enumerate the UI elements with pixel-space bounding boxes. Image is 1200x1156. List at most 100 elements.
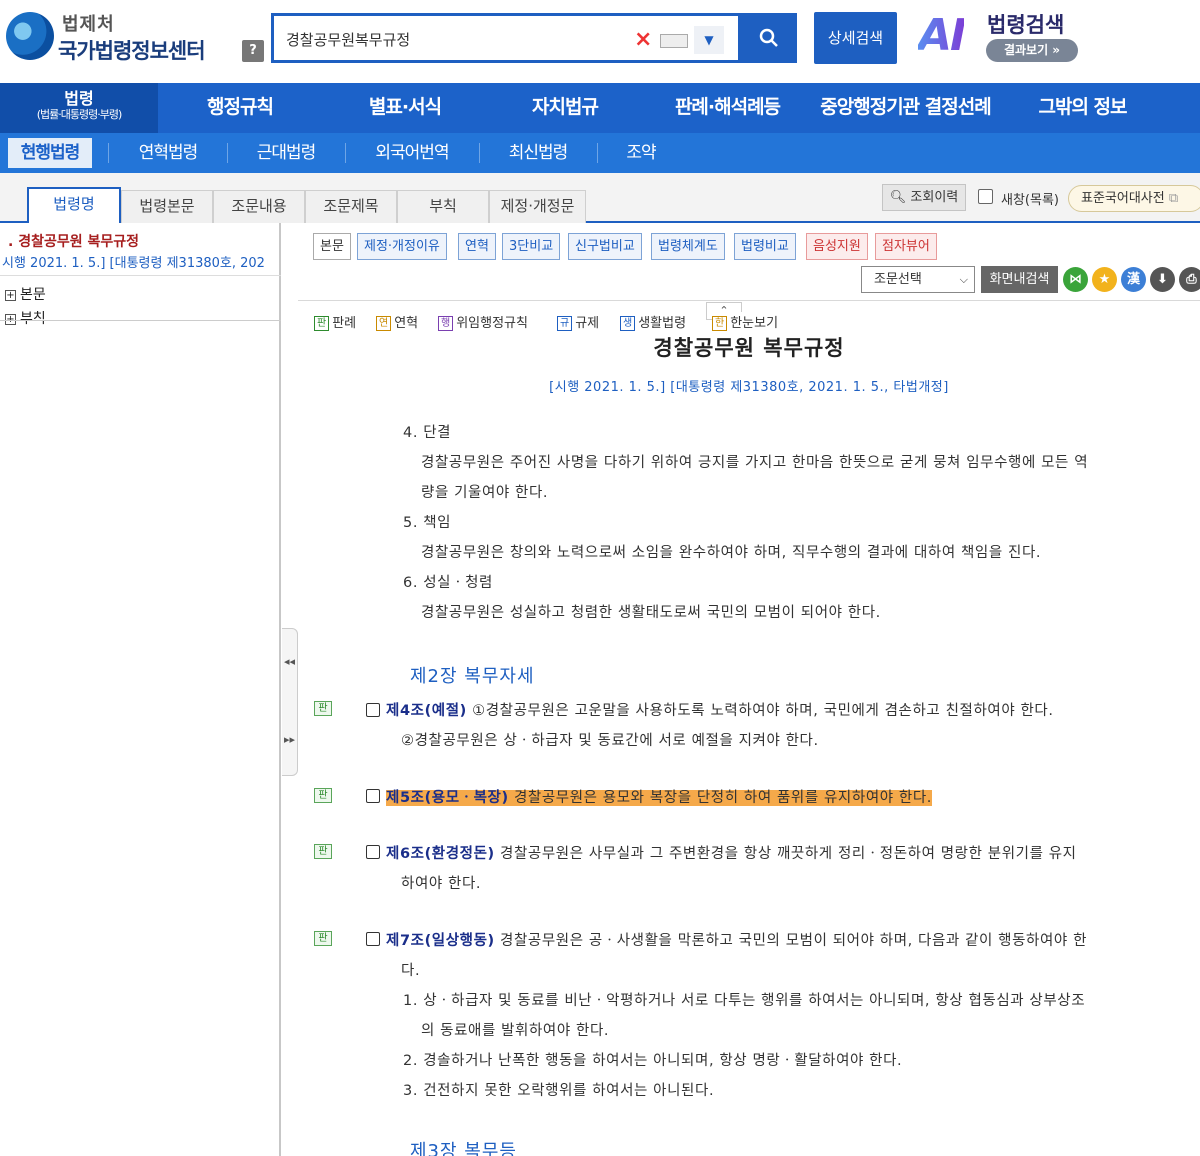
chevron-down-icon[interactable]: ▼: [694, 26, 724, 54]
new-window-checkbox[interactable]: [978, 189, 993, 204]
subnav-history-laws[interactable]: 연혁법령: [126, 138, 210, 168]
left-divider: [0, 275, 281, 276]
search-input[interactable]: [286, 26, 626, 52]
subnav-latest-laws[interactable]: 최신법령: [496, 138, 580, 168]
nav-law-label: 법령: [64, 89, 94, 108]
article-7-item: 3. 건전하지 못한 오락행위를 하여서는 아니된다.: [403, 1083, 715, 1099]
left-tree-divider: [0, 320, 281, 321]
article-title[interactable]: 제6조(환경정돈): [386, 846, 495, 862]
help-button[interactable]: ?: [242, 40, 264, 62]
precedent-icon[interactable]: 판: [314, 701, 332, 716]
left-law-subtitle: 시행 2021. 1. 5.] [대통령령 제31380호, 202: [2, 256, 265, 271]
nav-item-law[interactable]: 법령 (법률·대통령령·부령): [0, 83, 158, 133]
tree-item-supplementary[interactable]: +부칙: [5, 308, 46, 328]
nav-item-precedents[interactable]: 판례·해석례등: [655, 83, 800, 133]
advanced-search-button[interactable]: 상세검색: [814, 12, 897, 64]
precedent-icon[interactable]: 판: [314, 844, 332, 859]
legend-overview[interactable]: 한 한눈보기: [712, 312, 779, 331]
subnav-divider: [479, 143, 480, 163]
tab-article-content[interactable]: 조문내용: [213, 190, 305, 223]
precedent-icon[interactable]: 판: [314, 931, 332, 946]
tab-article-title[interactable]: 조문제목: [305, 190, 397, 223]
print-icon[interactable]: ⎙: [1179, 267, 1200, 292]
legend-label: 위임행정규칙: [456, 316, 528, 331]
dictionary-button[interactable]: 표준국어대사전 ⧉: [1068, 185, 1200, 212]
chapter-heading: 제3장 복무등: [410, 1141, 517, 1156]
keyboard-icon[interactable]: [660, 34, 688, 48]
toolbar-body-button[interactable]: 본문: [313, 233, 351, 260]
intro-line: 경찰공무원은 창의와 노력으로써 소임을 완수하여야 하며, 직무수행의 결과에…: [421, 545, 1042, 561]
star-icon[interactable]: ★: [1092, 267, 1117, 292]
article-checkbox[interactable]: [366, 789, 380, 803]
ai-search-title[interactable]: 법령검색: [987, 9, 1064, 39]
tab-law-body[interactable]: 법령본문: [121, 190, 213, 223]
ai-logo[interactable]: AI: [918, 12, 966, 60]
article-5: 제5조(용모ㆍ복장) 경찰공무원은 용모와 복장을 단정히 하여 품위를 유지하…: [386, 786, 932, 807]
toolbar-history-button[interactable]: 연혁: [458, 233, 496, 260]
clear-icon[interactable]: ×: [634, 27, 652, 53]
subnav-translations[interactable]: 외국어번역: [362, 138, 462, 168]
toolbar-law-compare-button[interactable]: 법령비교: [734, 233, 796, 260]
nav-item-central-decisions[interactable]: 중앙행정기관 결정선례: [808, 83, 1003, 133]
search-button[interactable]: [741, 13, 797, 63]
article-title[interactable]: 제4조(예절): [386, 703, 467, 719]
toolbar-revision-reason-button[interactable]: 제정·개정이유: [357, 233, 447, 260]
nav-item-local-laws[interactable]: 자치법규: [495, 83, 635, 133]
collapse-left-icon[interactable]: ◂◂: [284, 655, 295, 668]
tab-enactment-text[interactable]: 제정·개정문: [489, 190, 586, 223]
legend-regulation[interactable]: 규 규제: [557, 312, 599, 331]
ai-result-button[interactable]: 결과보기 »: [986, 39, 1078, 62]
article-select[interactable]: 조문선택 ⌵: [861, 266, 975, 293]
chapter-heading: 제2장 복무자세: [410, 666, 535, 687]
life-law-icon: 생: [620, 316, 636, 331]
intro-line: 경찰공무원은 주어진 사명을 다하기 위하여 긍지를 가지고 한마음 한뜻으로 …: [421, 455, 1089, 471]
article-checkbox[interactable]: [366, 932, 380, 946]
nav-item-other-info[interactable]: 그밖의 정보: [1020, 83, 1145, 133]
tree-label: 부칙: [20, 311, 46, 327]
main-nav: 법령 (법률·대통령령·부령) 행정규칙 별표·서식 자치법규 판례·해석례등 …: [0, 83, 1200, 133]
toolbar-divider: [298, 300, 1200, 301]
left-panel: . 경찰공무원 복무규정 시행 2021. 1. 5.] [대통령령 제3138…: [0, 223, 281, 1156]
precedent-icon[interactable]: 판: [314, 788, 332, 803]
expand-icon[interactable]: +: [5, 290, 16, 301]
legend-life-law[interactable]: 생 생활법령: [620, 312, 686, 331]
share-icon[interactable]: ⋈: [1063, 267, 1088, 292]
article-checkbox[interactable]: [366, 845, 380, 859]
overview-icon: 한: [712, 316, 728, 331]
subnav-current-laws[interactable]: 현행법령: [8, 138, 92, 168]
search-icon: [759, 28, 778, 47]
delegated-rules-icon: 행: [438, 316, 454, 331]
legend-history[interactable]: 연 연혁: [376, 312, 418, 331]
intro-line: 6. 성실ㆍ청렴: [403, 575, 493, 591]
toolbar-voice-button[interactable]: 음성지원: [806, 233, 868, 260]
tree-item-body[interactable]: + 본문: [5, 284, 46, 304]
legend-label: 연혁: [394, 316, 419, 331]
tab-supplementary[interactable]: 부칙: [397, 190, 489, 223]
dictionary-label: 표준국어대사전: [1081, 191, 1165, 206]
left-law-title[interactable]: . 경찰공무원 복무규정: [8, 231, 139, 251]
history-icon: 연: [376, 316, 392, 331]
nav-item-admin-rules[interactable]: 행정규칙: [170, 83, 310, 133]
legend-precedent[interactable]: 판 판례: [314, 312, 356, 331]
nav-item-tables-forms[interactable]: 별표·서식: [335, 83, 475, 133]
tab-law-name[interactable]: 법령명: [27, 187, 121, 225]
subnav-modern-laws[interactable]: 근대법령: [244, 138, 328, 168]
toolbar-braille-button[interactable]: 점자뷰어: [875, 233, 937, 260]
logo-site-name[interactable]: 국가법령정보센터: [58, 35, 206, 65]
legend-delegated-rules[interactable]: 행 위임행정규칙: [438, 312, 528, 331]
article-title[interactable]: 제7조(일상행동): [386, 933, 495, 949]
screen-search-button[interactable]: 화면내검색: [981, 266, 1058, 293]
download-icon[interactable]: ⬇: [1150, 267, 1175, 292]
article-title[interactable]: 제5조(용모ㆍ복장): [386, 790, 509, 806]
logo-org[interactable]: 법제처: [62, 10, 115, 36]
panel-splitter[interactable]: ◂◂ ▸▸: [282, 628, 298, 776]
subnav-treaties[interactable]: 조약: [614, 138, 668, 168]
toolbar-law-system-button[interactable]: 법령체계도: [651, 233, 725, 260]
article-checkbox[interactable]: [366, 703, 380, 717]
history-button[interactable]: 🔍︎ 조회이력: [882, 184, 966, 211]
logo-icon[interactable]: [6, 12, 54, 60]
expand-right-icon[interactable]: ▸▸: [284, 733, 295, 746]
toolbar-old-new-compare-button[interactable]: 신구법비교: [568, 233, 642, 260]
toolbar-3way-compare-button[interactable]: 3단비교: [502, 233, 561, 260]
hanja-icon[interactable]: 漢: [1121, 267, 1146, 292]
